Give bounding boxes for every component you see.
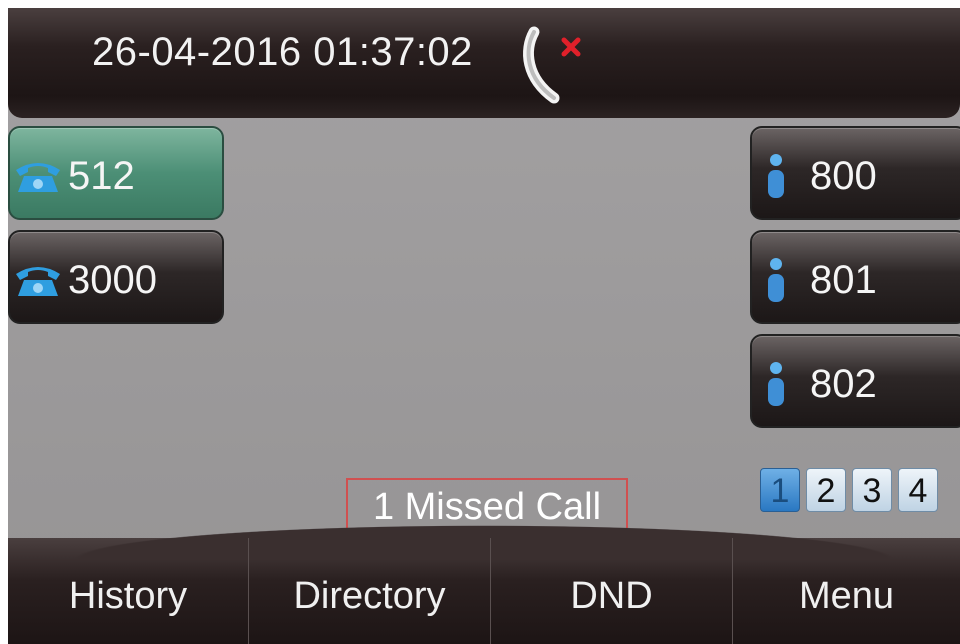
desk-phone-icon xyxy=(16,163,60,192)
phone-screen: 26-04-2016 01:37:02 512 3000 800 801 802… xyxy=(8,8,960,644)
contact-icon xyxy=(768,154,784,198)
directory-button[interactable]: Directory xyxy=(248,538,490,644)
line-key-512[interactable]: 512 xyxy=(8,126,224,220)
dss-key-label: 801 xyxy=(810,258,877,302)
softkey-bar: History Directory DND Menu xyxy=(8,520,960,644)
page-button-1[interactable]: 1 xyxy=(760,468,800,512)
datetime: 26-04-2016 01:37:02 xyxy=(92,30,473,74)
dss-key-802[interactable]: 802 xyxy=(750,334,960,428)
missed-call-icon[interactable] xyxy=(520,22,590,106)
desk-phone-icon xyxy=(16,267,60,296)
dss-key-label: 802 xyxy=(810,362,877,406)
dss-page-selector: 1 2 3 4 xyxy=(760,468,938,514)
page-button-4[interactable]: 4 xyxy=(898,468,938,512)
history-button[interactable]: History xyxy=(8,538,248,644)
line-key-label: 3000 xyxy=(68,258,157,302)
page-button-2[interactable]: 2 xyxy=(806,468,846,512)
line-key-3000[interactable]: 3000 xyxy=(8,230,224,324)
line-key-label: 512 xyxy=(68,154,135,198)
dss-key-label: 800 xyxy=(810,154,877,198)
dss-key-800[interactable]: 800 xyxy=(750,126,960,220)
page-button-3[interactable]: 3 xyxy=(852,468,892,512)
dss-key-801[interactable]: 801 xyxy=(750,230,960,324)
dnd-button[interactable]: DND xyxy=(490,538,732,644)
menu-button[interactable]: Menu xyxy=(732,538,960,644)
contact-icon xyxy=(768,362,784,406)
contact-icon xyxy=(768,258,784,302)
status-bar: 26-04-2016 01:37:02 xyxy=(8,8,960,118)
